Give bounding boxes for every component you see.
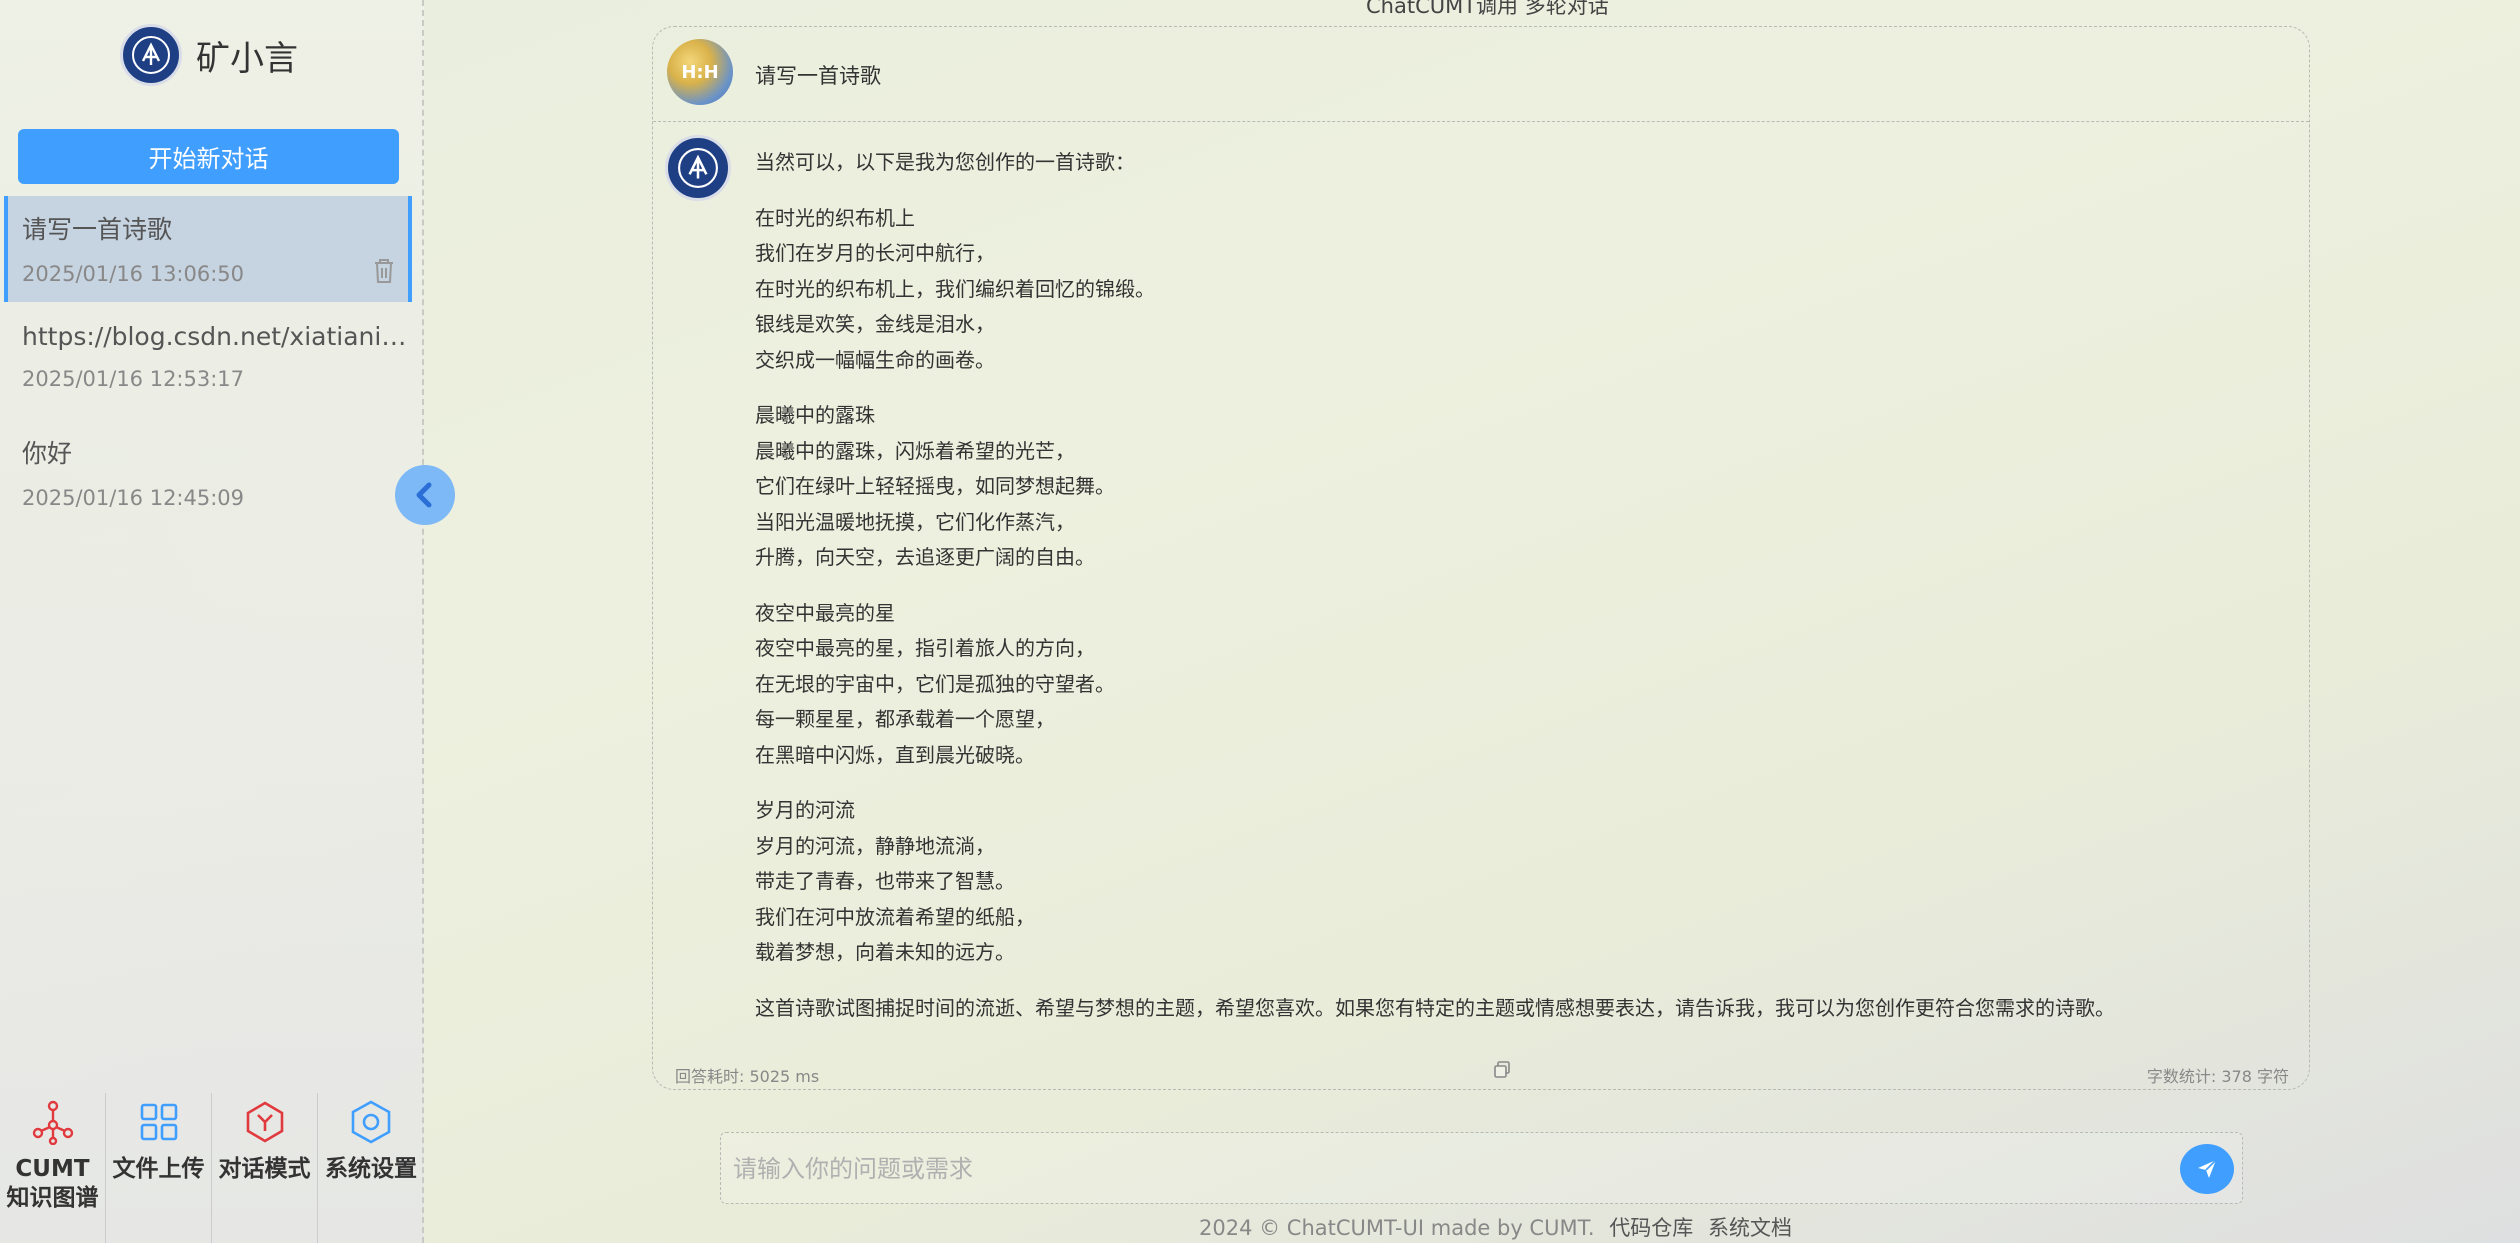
chat-title: 你好 bbox=[22, 439, 73, 468]
copy-icon[interactable] bbox=[1493, 1061, 1511, 1079]
chat-history-item[interactable]: 你好 2025/01/16 12:45:09 bbox=[4, 420, 412, 526]
poem-stanza: 岁月的河流 岁月的河流，静静地流淌， 带走了青春，也带来了智慧。 我们在河中放流着希望… bbox=[755, 798, 1035, 964]
settings-icon bbox=[351, 1100, 391, 1144]
sidebar: 矿小言 开始新对话 请写一首诗歌 2025/01/16 13:06:50 htt… bbox=[0, 0, 424, 1243]
user-avatar: H:H bbox=[667, 39, 733, 105]
poem-stanza: 夜空中最亮的星 夜空中最亮的星，指引着旅人的方向， 在无垠的宇宙中，它们是孤独的守望… bbox=[755, 600, 1115, 767]
answer-time: 回答耗时: 5025 ms bbox=[675, 1067, 820, 1086]
chat-mode-button[interactable]: 对话模式 bbox=[212, 1093, 318, 1243]
question-input[interactable] bbox=[731, 1141, 2155, 1197]
new-chat-button[interactable]: 开始新对话 bbox=[18, 129, 399, 184]
chat-title: https://blog.csdn.net/xiatianit/article/… bbox=[22, 322, 407, 351]
page-footer: 2024 © ChatCUMT-UI made by CUMT. 代码仓库 系统… bbox=[1199, 1212, 1792, 1242]
user-message: H:H 请写一首诗歌 bbox=[653, 27, 2309, 122]
copyright-text: 2024 © ChatCUMT-UI made by CUMT. bbox=[1199, 1216, 1595, 1240]
tool-label: 对话模式 bbox=[218, 1156, 311, 1182]
chat-history-item[interactable]: 请写一首诗歌 2025/01/16 13:06:50 bbox=[4, 196, 412, 302]
file-upload-button[interactable]: 文件上传 bbox=[106, 1093, 212, 1243]
send-button[interactable] bbox=[2180, 1144, 2234, 1194]
answer-intro: 当然可以，以下是我为您创作的一首诗歌： bbox=[755, 150, 1135, 174]
chat-history-item[interactable]: https://blog.csdn.net/xiatianit/article/… bbox=[4, 308, 412, 414]
answer-meta: 回答耗时: 5025 ms 字数统计: 378 字符 bbox=[675, 1061, 2289, 1086]
chat-date: 2025/01/16 12:45:09 bbox=[22, 486, 245, 510]
send-icon bbox=[2198, 1159, 2217, 1178]
poem-stanza: 在时光的织布机上 我们在岁月的长河中航行， 在时光的织布机上，我们编织着回忆的锦缎。… bbox=[755, 205, 1155, 372]
code-repo-link[interactable]: 代码仓库 bbox=[1609, 1216, 1693, 1240]
page-title: ChatCUMT调用 多轮对话 bbox=[1366, 0, 1609, 18]
bot-answer: 当然可以，以下是我为您创作的一首诗歌： 在时光的织布机上 我们在岁月的长河中航行，… bbox=[755, 145, 2285, 1026]
tool-label: 文件上传 bbox=[112, 1156, 205, 1182]
brand-name: 矿小言 bbox=[196, 38, 298, 79]
conversation-panel: H:H 请写一首诗歌 当然可以，以下是我为您创作的一首诗歌： 在时光的织布机上我… bbox=[652, 26, 2310, 1090]
chat-input-box bbox=[720, 1132, 2243, 1204]
bot-avatar bbox=[665, 135, 731, 201]
chat-title: 请写一首诗歌 bbox=[22, 215, 173, 244]
system-settings-button[interactable]: 系统设置 bbox=[318, 1093, 424, 1243]
sidebar-toolbar: CUMT 知识图谱 文件上传 对话模式 系统设置 bbox=[0, 1093, 424, 1243]
chevron-left-icon bbox=[416, 482, 432, 508]
trash-icon[interactable] bbox=[372, 258, 396, 284]
collapse-sidebar-button[interactable] bbox=[395, 465, 455, 525]
chat-date: 2025/01/16 12:53:17 bbox=[22, 367, 245, 391]
user-question: 请写一首诗歌 bbox=[755, 64, 881, 88]
tool-label: 系统设置 bbox=[325, 1156, 417, 1182]
chat-date: 2025/01/16 13:06:50 bbox=[22, 262, 245, 286]
graph-icon bbox=[32, 1100, 73, 1145]
knowledge-graph-button[interactable]: CUMT 知识图谱 bbox=[0, 1093, 106, 1243]
grid-icon bbox=[140, 1103, 177, 1141]
school-logo bbox=[120, 24, 182, 86]
brand: 矿小言 bbox=[120, 22, 298, 88]
word-count: 字数统计: 378 字符 bbox=[2146, 1067, 2289, 1086]
cube-icon bbox=[246, 1101, 283, 1143]
tool-label: CUMT 知识图谱 bbox=[6, 1156, 99, 1211]
docs-link[interactable]: 系统文档 bbox=[1708, 1216, 1792, 1240]
poem-stanza: 晨曦中的露珠 晨曦中的露珠，闪烁着希望的光芒， 它们在绿叶上轻轻摇曳，如同梦想起舞。… bbox=[755, 403, 1115, 569]
answer-closing: 这首诗歌试图捕捉时间的流逝、希望与梦想的主题，希望您喜欢。如果您有特定的主题或情… bbox=[755, 995, 2115, 1020]
